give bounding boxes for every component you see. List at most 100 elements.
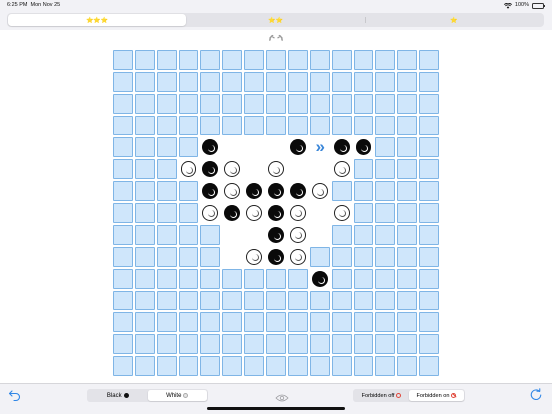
board-cell[interactable]: [266, 268, 286, 289]
white-player-button[interactable]: White: [147, 390, 207, 401]
board-cell[interactable]: [419, 246, 439, 267]
board-cell[interactable]: [287, 246, 308, 267]
board-cell[interactable]: [178, 246, 199, 267]
board-cell[interactable]: [244, 290, 265, 311]
board-cell[interactable]: [222, 115, 243, 136]
board-cell[interactable]: [331, 115, 352, 136]
board-cell[interactable]: [331, 159, 352, 180]
board-cell[interactable]: [353, 137, 374, 158]
board-cell[interactable]: [419, 137, 439, 158]
board-cell[interactable]: [353, 224, 374, 245]
board-cell[interactable]: [266, 159, 286, 180]
board-cell[interactable]: [113, 181, 133, 202]
board-cell[interactable]: [134, 93, 155, 114]
board-cell[interactable]: [222, 181, 243, 202]
board-cell[interactable]: [156, 71, 177, 92]
board-cell[interactable]: [375, 93, 396, 114]
board-cell[interactable]: [397, 290, 418, 311]
board-cell[interactable]: [156, 290, 177, 311]
board-cell[interactable]: [397, 312, 418, 333]
board-cell[interactable]: [353, 246, 374, 267]
board-cell[interactable]: [287, 159, 308, 180]
board-cell[interactable]: [375, 356, 396, 376]
board-cell[interactable]: [331, 356, 352, 376]
board-cell[interactable]: [222, 93, 243, 114]
board-cell[interactable]: [419, 93, 439, 114]
board-cell[interactable]: [353, 203, 374, 223]
board-cell[interactable]: [244, 334, 265, 355]
board-cell[interactable]: [244, 224, 265, 245]
board-cell[interactable]: [113, 268, 133, 289]
board-cell[interactable]: [156, 246, 177, 267]
board-cell[interactable]: [331, 203, 352, 223]
board-cell[interactable]: [397, 93, 418, 114]
board-cell[interactable]: [353, 50, 374, 70]
forbidden-on-button[interactable]: Forbidden on: [409, 390, 464, 401]
board-cell[interactable]: [266, 356, 286, 376]
board-cell[interactable]: [353, 71, 374, 92]
board-cell[interactable]: [222, 137, 243, 158]
board-cell[interactable]: [178, 312, 199, 333]
board-cell[interactable]: [266, 246, 286, 267]
board-cell[interactable]: [375, 50, 396, 70]
board-cell[interactable]: [287, 312, 308, 333]
board-cell[interactable]: [287, 115, 308, 136]
board-cell[interactable]: [178, 268, 199, 289]
board-cell[interactable]: [244, 268, 265, 289]
board-cell[interactable]: [331, 93, 352, 114]
board-cell[interactable]: [156, 93, 177, 114]
board-cell[interactable]: [309, 268, 330, 289]
board-cell[interactable]: [331, 290, 352, 311]
board-cell[interactable]: [419, 356, 439, 376]
board-cell[interactable]: [178, 203, 199, 223]
board-cell[interactable]: [309, 181, 330, 202]
board-cell[interactable]: [375, 71, 396, 92]
board-cell[interactable]: [353, 334, 374, 355]
board-cell[interactable]: [113, 356, 133, 376]
tab-two-stars[interactable]: ⭐⭐: [186, 14, 364, 26]
board-cell[interactable]: [200, 356, 221, 376]
board-cell[interactable]: [353, 268, 374, 289]
board-cell[interactable]: [113, 334, 133, 355]
board-cell[interactable]: [134, 356, 155, 376]
board-cell[interactable]: [375, 290, 396, 311]
board-cell[interactable]: [397, 203, 418, 223]
board-cell[interactable]: [266, 224, 286, 245]
board-cell[interactable]: [287, 203, 308, 223]
board-cell[interactable]: [178, 356, 199, 376]
board-cell[interactable]: [353, 93, 374, 114]
board-cell[interactable]: [266, 71, 286, 92]
board-cell[interactable]: [244, 115, 265, 136]
board-cell[interactable]: [244, 159, 265, 180]
board-cell[interactable]: [113, 159, 133, 180]
board-cell[interactable]: [397, 246, 418, 267]
board-cell[interactable]: [309, 50, 330, 70]
board-cell[interactable]: [419, 312, 439, 333]
board-cell[interactable]: [419, 334, 439, 355]
board-cell[interactable]: [113, 312, 133, 333]
board-cell[interactable]: [331, 181, 352, 202]
board-cell[interactable]: [244, 356, 265, 376]
board-cell[interactable]: [113, 93, 133, 114]
board-cell[interactable]: [178, 50, 199, 70]
board-cell[interactable]: [178, 181, 199, 202]
board-cell[interactable]: [200, 137, 221, 158]
tab-one-star[interactable]: ⭐: [364, 14, 543, 26]
board-cell[interactable]: [134, 71, 155, 92]
board-cell[interactable]: [200, 268, 221, 289]
board-cell[interactable]: [266, 203, 286, 223]
board-cell[interactable]: [178, 334, 199, 355]
undo-button[interactable]: [8, 388, 22, 402]
board-cell[interactable]: [200, 224, 221, 245]
board-cell[interactable]: [134, 268, 155, 289]
board-cell[interactable]: [287, 290, 308, 311]
board-cell[interactable]: [397, 268, 418, 289]
board-cell[interactable]: [200, 181, 221, 202]
board-cell[interactable]: [178, 115, 199, 136]
board-cell[interactable]: [134, 137, 155, 158]
board-cell[interactable]: [287, 268, 308, 289]
board-cell[interactable]: [419, 159, 439, 180]
board-cell[interactable]: [266, 334, 286, 355]
board-cell[interactable]: [113, 290, 133, 311]
board-cell[interactable]: [156, 203, 177, 223]
